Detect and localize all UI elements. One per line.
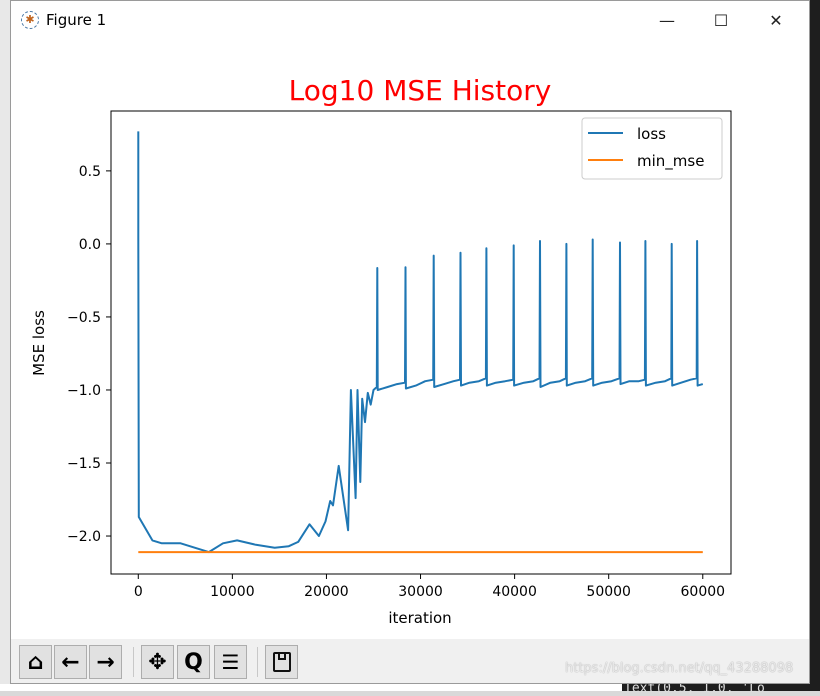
y-tick-label: 0.5 <box>79 164 101 180</box>
legend-label-loss: loss <box>637 125 666 143</box>
x-tick-label: 30000 <box>398 584 443 600</box>
y-tick-label: 0.0 <box>79 237 101 253</box>
axes-frame <box>110 110 732 575</box>
y-tick-label: −1.0 <box>67 383 101 399</box>
series-line-loss <box>137 131 704 554</box>
legend-label-min-mse: min_mse <box>637 152 704 171</box>
y-tick-label: −0.5 <box>67 310 101 326</box>
y-axis-label: MSE loss <box>30 310 48 376</box>
x-tick-label: 50000 <box>586 584 631 600</box>
x-axis-label: iteration <box>388 609 451 627</box>
x-tick-label: 20000 <box>304 584 349 600</box>
legend: loss min_mse <box>581 117 723 180</box>
chart-canvas: Log10 MSE History 0 10000 20000 30000 40000 5… <box>30 74 732 627</box>
series-layer <box>137 131 704 554</box>
x-tick-label: 0 <box>134 584 143 600</box>
y-tick-label: −1.5 <box>67 456 101 472</box>
watermark: https://blog.csdn.net/qq_43288098 <box>565 661 794 676</box>
x-tick-label: 40000 <box>492 584 537 600</box>
x-tick-label: 10000 <box>210 584 255 600</box>
chart-title: Log10 MSE History <box>289 74 552 107</box>
x-tick-label: 60000 <box>681 584 726 600</box>
y-tick-label: −2.0 <box>67 529 101 545</box>
